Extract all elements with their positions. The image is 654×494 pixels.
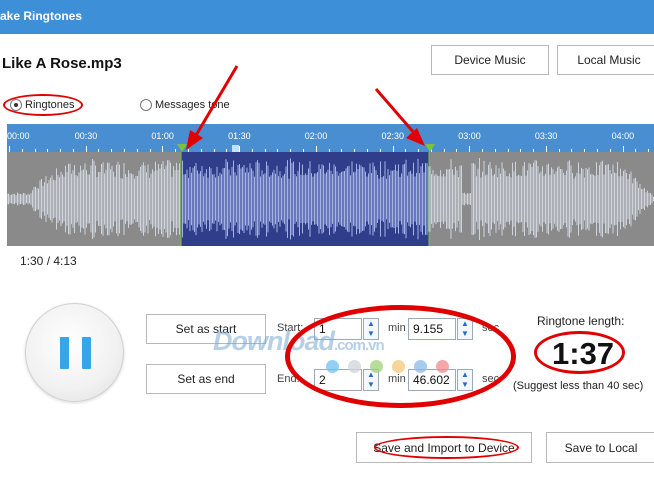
pause-button[interactable] [25, 303, 124, 402]
mode-messages-tone-label: Messages tone [155, 99, 230, 111]
local-music-button[interactable]: Local Music [557, 45, 654, 75]
timeline-tick-label: 01:30 [228, 131, 251, 141]
timeline-tick-label: 01:00 [151, 131, 174, 141]
timeline-tick-label: 02:00 [304, 131, 328, 141]
end-marker-icon[interactable] [425, 144, 435, 152]
playhead-marker[interactable] [232, 145, 239, 152]
timeline-tick-label: 00:30 [74, 131, 98, 141]
annotation-arrows [186, 65, 425, 150]
annotation-circle-time-fields [285, 305, 516, 408]
timeline-tick-label: 03:30 [534, 131, 558, 141]
radio-icon[interactable] [140, 99, 152, 111]
window-title: ake Ringtones [0, 9, 83, 23]
waveform[interactable] [7, 152, 654, 246]
timeline-ruler[interactable]: 00:00 00:30 01:00 01:30 02:00 02:30 03:00 03:30… [7, 124, 654, 152]
waveform-graphic [7, 152, 654, 246]
mode-messages-tone[interactable]: Messages tone [140, 97, 230, 113]
pause-icon [82, 337, 91, 369]
position-readout: 1:30 / 4:13 [20, 254, 77, 268]
annotation-circle-length [534, 331, 625, 374]
timeline-tick-label: 04:00 [611, 131, 635, 141]
timeline-tick-label: 02:30 [381, 131, 405, 141]
ringtone-length-label: Ringtone length: [537, 314, 625, 328]
timeline-tick-label: 00:00 [7, 131, 30, 141]
save-to-local-button[interactable]: Save to Local [546, 432, 654, 463]
title-bar: ake Ringtones [0, 0, 654, 34]
pause-icon [60, 337, 69, 369]
file-title: Like A Rose.mp3 [2, 55, 122, 72]
start-marker-icon[interactable] [177, 144, 187, 152]
annotation-circle-ringtones [3, 94, 83, 116]
annotation-circle-save [374, 436, 519, 459]
set-end-button[interactable]: Set as end [146, 364, 266, 394]
timeline-tick-label: 03:00 [458, 131, 481, 141]
length-suggestion: (Suggest less than 40 sec) [513, 380, 644, 392]
device-music-button[interactable]: Device Music [431, 45, 549, 75]
